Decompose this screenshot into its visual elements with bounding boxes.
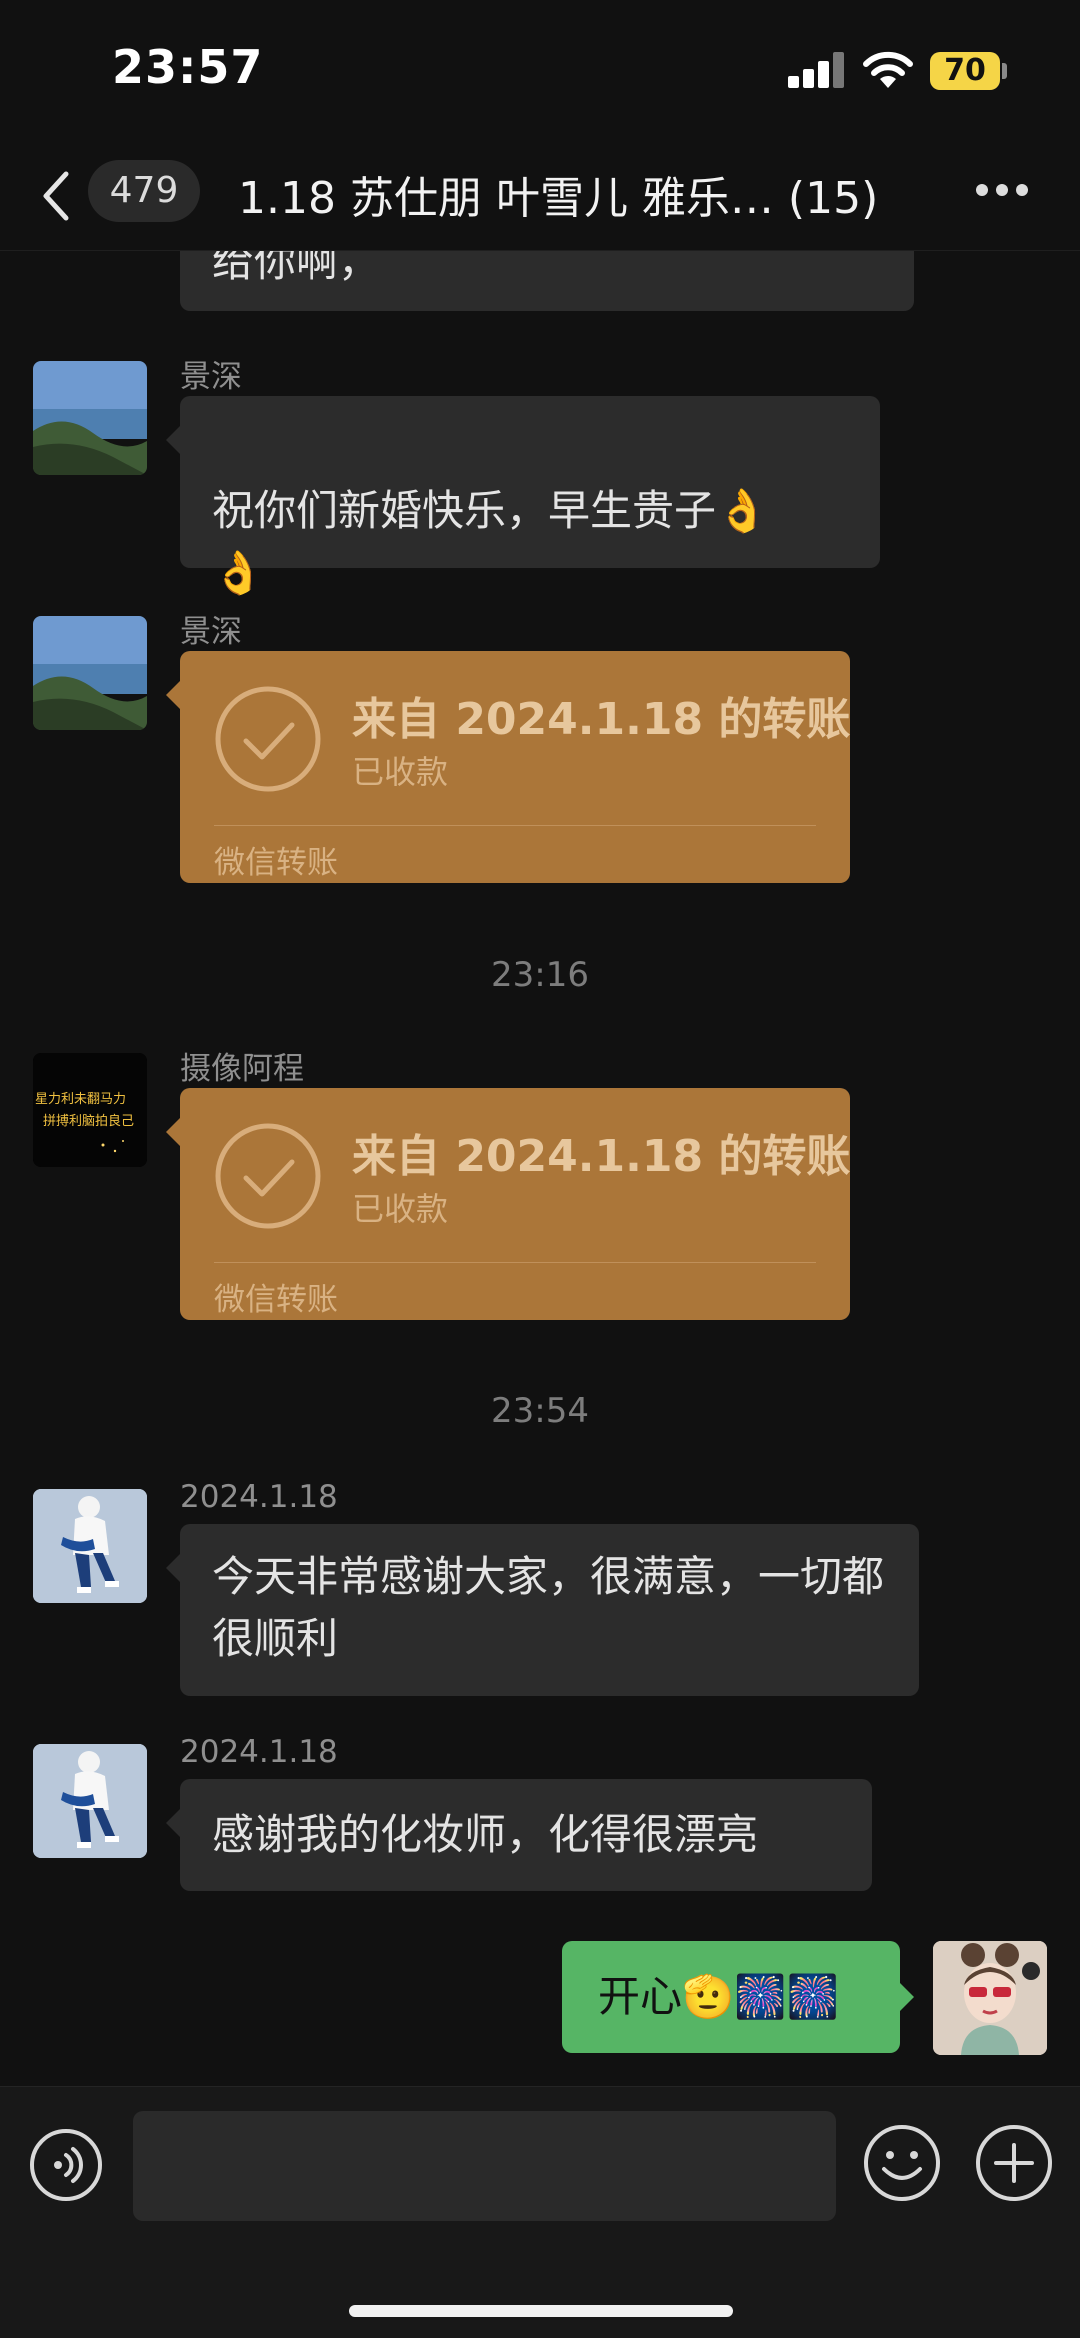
my-message-bubble[interactable]: 开心🫡🎆🎆 [562, 1941, 914, 2053]
sender-name: 2024.1.18 [180, 1734, 338, 1770]
transfer-status: 已收款 [352, 753, 449, 791]
transfer-title: 来自 2024.1.18 的转账 [352, 1131, 851, 1182]
message-bubble[interactable]: 感谢我的化妆师，化得很漂亮 [166, 1779, 872, 1891]
message-text: 给你啊， [212, 251, 381, 286]
voice-icon[interactable] [28, 2127, 104, 2203]
avatar[interactable]: 星力利未翻马力 拼搏利脑拍良己 [33, 1053, 147, 1167]
check-circle-icon [215, 1123, 321, 1229]
message-text: 感谢我的化妆师，化得很漂亮 [212, 1810, 759, 1859]
transfer-footer: 微信转账 [214, 845, 338, 881]
wifi-icon [863, 51, 913, 88]
more-icon[interactable] [972, 180, 1032, 200]
message-bubble[interactable]: 今天非常感谢大家，很满意，一切都很顺利 [166, 1524, 919, 1696]
transfer-card[interactable]: 来自 2024.1.18 的转账 已收款 微信转账 [166, 651, 851, 883]
sender-name: 景深 [180, 359, 242, 395]
input-bar [0, 2086, 1080, 2338]
transfer-footer: 微信转账 [214, 1282, 338, 1318]
my-avatar[interactable] [933, 1941, 1047, 2055]
message-list[interactable]: 给你啊， 景深 祝你们新婚快乐，早生贵子👌 👌 景深 来自 2024.1.18 … [0, 251, 1080, 2086]
home-indicator [349, 2305, 733, 2317]
sender-name: 摄像阿程 [180, 1051, 304, 1087]
message-text: 今天非常感谢大家，很满意，一切都很顺利 [212, 1552, 885, 1663]
message-text: 开心🫡🎆🎆 [598, 1972, 839, 2021]
avatar[interactable] [33, 361, 147, 475]
avatar[interactable] [33, 1489, 147, 1603]
timestamp: 23:54 [491, 1391, 589, 1431]
chat-header: 479 1.18 苏仕朋 叶雪儿 雅乐… (15) [0, 140, 1080, 251]
back-icon[interactable] [36, 166, 76, 226]
message-input[interactable] [133, 2111, 836, 2221]
avatar[interactable] [33, 616, 147, 730]
battery-indicator: 70 [930, 52, 1000, 90]
svg-text:星力利未翻马力: 星力利未翻马力 [35, 1092, 126, 1107]
chat-title: 1.18 苏仕朋 叶雪儿 雅乐… (15) [238, 173, 879, 224]
message-bubble[interactable]: 给你啊， [180, 251, 914, 311]
sender-name: 景深 [180, 614, 242, 650]
message-bubble[interactable]: 祝你们新婚快乐，早生贵子👌 👌 [166, 396, 880, 597]
transfer-status: 已收款 [352, 1190, 449, 1228]
transfer-card[interactable]: 来自 2024.1.18 的转账 已收款 微信转账 [166, 1088, 851, 1320]
svg-text:拼搏利脑拍良己: 拼搏利脑拍良己 [43, 1113, 134, 1129]
transfer-title: 来自 2024.1.18 的转账 [352, 694, 851, 745]
avatar[interactable] [33, 1744, 147, 1858]
unread-count-badge[interactable]: 479 [88, 160, 200, 222]
timestamp: 23:16 [491, 955, 589, 995]
signal-icon [788, 52, 846, 88]
status-bar: 23:57 70 [0, 0, 1080, 140]
battery-tip [1002, 63, 1007, 79]
emoji-icon[interactable] [862, 2123, 942, 2203]
divider [214, 825, 816, 826]
message-text: 祝你们新婚快乐，早生贵子👌 👌 [212, 486, 769, 597]
check-circle-icon [215, 686, 321, 792]
divider [214, 1262, 816, 1263]
sender-name: 2024.1.18 [180, 1479, 338, 1515]
plus-icon[interactable] [974, 2123, 1054, 2203]
status-time: 23:57 [112, 40, 264, 94]
